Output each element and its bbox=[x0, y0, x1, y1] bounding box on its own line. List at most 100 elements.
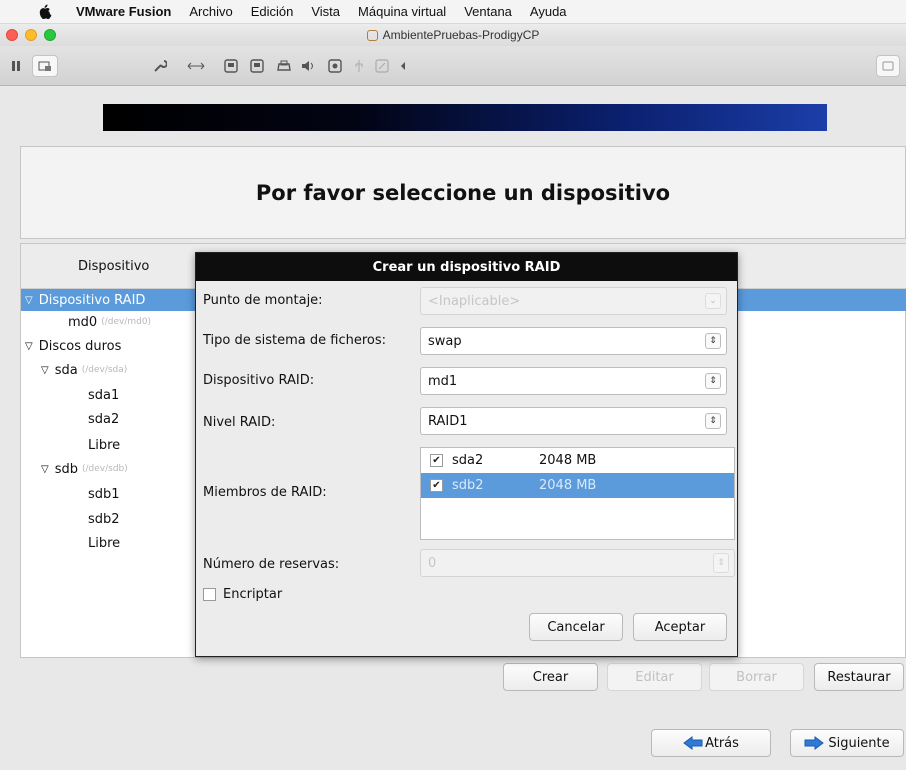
tree-item-label: md0 bbox=[68, 314, 98, 330]
menu-edicion[interactable]: Edición bbox=[251, 4, 294, 19]
select-stepper-icon: ⇕ bbox=[705, 373, 721, 389]
expand-triangle-icon[interactable]: ▽ bbox=[25, 295, 33, 306]
raid-device-label: Dispositivo RAID: bbox=[203, 373, 315, 388]
mount-point-label: Punto de montaje: bbox=[203, 293, 323, 308]
next-button[interactable]: Siguiente bbox=[790, 729, 904, 757]
select-stepper-icon: ⇕ bbox=[705, 333, 721, 349]
minimize-window-button[interactable] bbox=[25, 29, 37, 41]
raid-device-select[interactable]: md1 ⇕ bbox=[420, 367, 727, 395]
stepper-icon: ⇕ bbox=[713, 553, 729, 573]
speaker-icon[interactable] bbox=[300, 55, 316, 77]
accept-button[interactable]: Aceptar bbox=[633, 613, 727, 641]
disk-icon[interactable] bbox=[249, 55, 265, 77]
member-checkbox[interactable]: ✔ bbox=[430, 479, 443, 492]
tree-item-sdb-free[interactable]: Libre bbox=[21, 532, 120, 554]
menu-maquina-virtual[interactable]: Máquina virtual bbox=[358, 4, 446, 19]
expand-triangle-icon[interactable]: ▽ bbox=[41, 464, 49, 475]
printer-icon[interactable] bbox=[276, 55, 292, 77]
filesystem-type-label: Tipo de sistema de ficheros: bbox=[203, 333, 387, 348]
page-title: Por favor seleccione un dispositivo bbox=[255, 180, 671, 205]
vm-document-icon bbox=[366, 29, 378, 41]
raid-level-select[interactable]: RAID1 ⇕ bbox=[420, 407, 727, 435]
tree-item-label: Dispositivo RAID bbox=[38, 292, 146, 308]
menu-ventana[interactable]: Ventana bbox=[464, 4, 512, 19]
close-window-button[interactable] bbox=[6, 29, 18, 41]
fullscreen-window-button[interactable] bbox=[44, 29, 56, 41]
disk-icon[interactable] bbox=[223, 55, 239, 77]
menu-vista[interactable]: Vista bbox=[311, 4, 340, 19]
window-title: AmbientePruebas-ProdigyCP bbox=[382, 28, 540, 42]
window-titlebar[interactable]: AmbientePruebas-ProdigyCP bbox=[0, 24, 906, 46]
tree-item-sdb2[interactable]: sdb2 bbox=[21, 508, 120, 530]
camera-icon[interactable] bbox=[327, 55, 343, 77]
tree-item-label: sda bbox=[54, 362, 78, 378]
arrow-left-icon bbox=[683, 736, 703, 750]
tree-item-sda[interactable]: ▽ sda (/dev/sda) bbox=[21, 359, 127, 381]
chevron-left-icon[interactable] bbox=[398, 55, 408, 77]
tree-item-sdb1[interactable]: sdb1 bbox=[21, 483, 120, 505]
raid-level-value: RAID1 bbox=[428, 413, 468, 429]
wrench-icon[interactable] bbox=[152, 55, 168, 77]
restore-button[interactable]: Restaurar bbox=[814, 663, 904, 691]
tree-item-label: sda1 bbox=[88, 387, 120, 403]
filesystem-type-select[interactable]: swap ⇕ bbox=[420, 327, 727, 355]
mount-point-value: <Inaplicable> bbox=[428, 293, 521, 309]
tree-item-sda1[interactable]: sda1 bbox=[21, 384, 119, 406]
raid-member-row[interactable]: ✔ sda2 2048 MB bbox=[421, 448, 734, 473]
vm-toolbar bbox=[0, 46, 906, 86]
raid-member-row[interactable]: ✔ sdb2 2048 MB bbox=[421, 473, 734, 498]
tree-item-label: Libre bbox=[88, 437, 121, 453]
menu-app-name[interactable]: VMware Fusion bbox=[76, 4, 171, 19]
member-size: 2048 MB bbox=[539, 478, 597, 493]
spares-spinner[interactable]: 0 ⇕ bbox=[420, 549, 735, 577]
tree-item-path: (/dev/md0) bbox=[101, 317, 152, 327]
member-name: sda2 bbox=[452, 453, 484, 468]
create-button[interactable]: Crear bbox=[503, 663, 598, 691]
expand-triangle-icon[interactable]: ▽ bbox=[25, 341, 33, 352]
share-icon[interactable] bbox=[374, 55, 390, 77]
create-raid-dialog: Crear un dispositivo RAID Punto de monta… bbox=[195, 252, 738, 657]
mac-menubar: VMware Fusion Archivo Edición Vista Máqu… bbox=[0, 0, 906, 24]
tree-item-sda-free[interactable]: Libre bbox=[21, 434, 120, 456]
edit-button[interactable]: Editar bbox=[607, 663, 702, 691]
raid-members-list: ✔ sda2 2048 MB ✔ sdb2 2048 MB bbox=[420, 447, 735, 540]
back-label: Atrás bbox=[705, 735, 739, 751]
select-stepper-icon: ⇕ bbox=[705, 413, 721, 429]
menu-archivo[interactable]: Archivo bbox=[189, 4, 232, 19]
spares-label: Número de reservas: bbox=[203, 557, 340, 572]
tree-item-label: Libre bbox=[88, 535, 121, 551]
member-size: 2048 MB bbox=[539, 453, 597, 468]
tree-item-label: Discos duros bbox=[38, 338, 122, 354]
member-checkbox[interactable]: ✔ bbox=[430, 454, 443, 467]
installer-banner bbox=[103, 104, 827, 131]
page-heading-box: Por favor seleccione un dispositivo bbox=[20, 146, 906, 239]
tree-item-label: sdb2 bbox=[88, 511, 120, 527]
tree-item-hard-disks[interactable]: ▽ Discos duros bbox=[21, 335, 121, 357]
filesystem-type-value: swap bbox=[428, 333, 462, 349]
arrow-right-icon bbox=[804, 736, 825, 750]
arrows-horizontal-icon[interactable] bbox=[186, 55, 206, 77]
view-toggle-icon[interactable] bbox=[876, 55, 900, 77]
mount-point-combo[interactable]: <Inaplicable> ⌄ bbox=[420, 287, 727, 315]
menu-ayuda[interactable]: Ayuda bbox=[530, 4, 567, 19]
tree-item-path: (/dev/sdb) bbox=[81, 464, 128, 474]
apple-logo-icon[interactable] bbox=[38, 3, 52, 19]
tree-item-label: sda2 bbox=[88, 411, 120, 427]
tree-item-sda2[interactable]: sda2 bbox=[21, 408, 119, 430]
snapshot-icon[interactable] bbox=[32, 55, 58, 77]
encrypt-checkbox-row[interactable]: Encriptar bbox=[203, 587, 282, 602]
usb-icon[interactable] bbox=[352, 55, 366, 77]
pause-icon[interactable] bbox=[8, 55, 24, 77]
column-header-device[interactable]: Dispositivo bbox=[78, 259, 149, 274]
delete-button[interactable]: Borrar bbox=[709, 663, 804, 691]
cancel-button[interactable]: Cancelar bbox=[529, 613, 623, 641]
raid-members-label: Miembros de RAID: bbox=[203, 485, 327, 500]
raid-level-label: Nivel RAID: bbox=[203, 415, 276, 430]
encrypt-checkbox[interactable] bbox=[203, 588, 216, 601]
tree-item-label: sdb1 bbox=[88, 486, 120, 502]
encrypt-label: Encriptar bbox=[223, 587, 283, 602]
expand-triangle-icon[interactable]: ▽ bbox=[41, 365, 49, 376]
tree-item-sdb[interactable]: ▽ sdb (/dev/sdb) bbox=[21, 458, 128, 480]
back-button[interactable]: Atrás bbox=[651, 729, 771, 757]
tree-item-md0[interactable]: md0 (/dev/md0) bbox=[21, 311, 151, 333]
